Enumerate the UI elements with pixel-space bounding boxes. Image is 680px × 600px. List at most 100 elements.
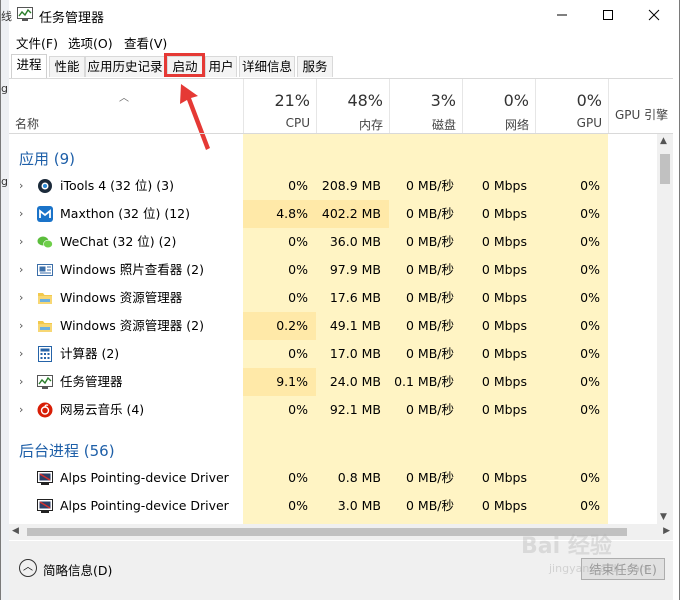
process-name: 任务管理器 (60, 374, 123, 389)
folder-icon (38, 293, 52, 304)
expand-chevron-icon[interactable]: › (19, 228, 23, 256)
network-cell: 0 Mbps (481, 498, 527, 513)
column-disk-header[interactable]: 3% 磁盘 (389, 79, 462, 133)
tab-performance[interactable]: 性能 (49, 56, 85, 77)
menu-view[interactable]: 查看(V) (124, 33, 167, 52)
network-cell: 0 Mbps (481, 318, 527, 333)
cpu-cell: 0% (288, 402, 308, 417)
background-text: g (1, 82, 8, 95)
chevron-up-circle-icon[interactable]: ︿ (19, 559, 37, 577)
network-cell: 0 Mbps (481, 206, 527, 221)
disk-total: 3% (430, 91, 456, 110)
cpu-cell: 0% (288, 346, 308, 361)
tab-app-history[interactable]: 应用历史记录 (85, 56, 165, 77)
alps-driver-icon (37, 471, 53, 485)
expand-chevron-icon[interactable]: › (19, 172, 23, 200)
startup-tab-highlight (164, 53, 205, 77)
process-row[interactable]: › Windows 资源管理器 0% 17.6 MB 0 MB/秒 0 Mbps 0% (9, 284, 657, 312)
group-header: 后台进程 (56) (9, 434, 657, 464)
menu-bar: 文件(F) 选项(O) 查看(V) (9, 31, 669, 51)
watermark-logo-text: Bai 经验 (521, 534, 612, 559)
tab-details[interactable]: 详细信息 (239, 56, 295, 77)
calculator-icon (38, 346, 52, 362)
process-row[interactable]: › 计算器 (2) 0% 17.0 MB 0 MB/秒 0 Mbps 0% (9, 340, 657, 368)
alps-driver-icon (37, 499, 53, 513)
memory-cell: 49.1 MB (329, 318, 381, 333)
disk-cell: 0 MB/秒 (406, 262, 454, 277)
process-row[interactable]: › Windows 资源管理器 (2) 0.2% 49.1 MB 0 MB/秒 0 Mbp… (9, 312, 657, 340)
vertical-scroll-thumb[interactable] (660, 154, 670, 184)
disk-cell: 0 MB/秒 (406, 346, 454, 361)
process-name: 网易云音乐 (4) (60, 402, 145, 417)
process-name: Windows 资源管理器 (60, 290, 183, 305)
menu-options[interactable]: 选项(O) (68, 33, 113, 52)
disk-cell: 0 MB/秒 (406, 234, 454, 249)
gpu-total: 0% (576, 91, 602, 110)
menu-file[interactable]: 文件(F) (16, 33, 58, 52)
sort-caret-icon[interactable]: ︿ (119, 89, 129, 104)
cpu-cell: 0% (288, 470, 308, 485)
minimize-button[interactable] (539, 0, 585, 30)
cpu-label: CPU (285, 116, 310, 130)
expand-chevron-icon[interactable]: › (19, 340, 23, 368)
process-name: Windows 照片查看器 (2) (60, 262, 204, 277)
column-gpu-header[interactable]: 0% GPU (535, 79, 608, 133)
minimize-icon (557, 14, 567, 16)
cpu-cell: 0% (288, 178, 308, 193)
process-name: Alps Pointing-device Driver (60, 498, 229, 513)
disk-cell: 0 MB/秒 (406, 498, 454, 513)
network-total: 0% (503, 91, 529, 110)
process-row[interactable]: Alps Pointing-device Driver 0% 0.8 MB 0 MB/… (9, 464, 657, 492)
column-network-header[interactable]: 0% 网络 (462, 79, 535, 133)
maxthon-icon (37, 206, 53, 222)
column-cpu-header[interactable]: 21% CPU (243, 79, 316, 133)
tab-users[interactable]: 用户 (205, 56, 237, 77)
gpu-engine-label: GPU 引擎 (615, 108, 669, 122)
disk-cell: 0 MB/秒 (406, 470, 454, 485)
netease-music-icon (37, 402, 53, 418)
process-name: Alps Pointing-device Driver (60, 470, 229, 485)
cpu-cell: 0% (288, 290, 308, 305)
expand-chevron-icon[interactable]: › (19, 396, 23, 424)
network-cell: 0 Mbps (481, 178, 527, 193)
network-label: 网络 (504, 118, 529, 132)
gpu-cell: 0% (580, 318, 600, 333)
process-row[interactable]: › WeChat (32 位) (2) 0% 36.0 MB 0 MB/秒 0 Mbps 0… (9, 228, 657, 256)
maximize-button[interactable] (585, 0, 631, 30)
close-button[interactable] (631, 0, 677, 30)
task-manager-icon (37, 375, 53, 389)
fewer-details-link[interactable]: 简略信息(D) (43, 560, 112, 579)
scroll-up-icon[interactable]: ▲ (660, 136, 667, 146)
expand-chevron-icon[interactable]: › (19, 368, 23, 396)
expand-chevron-icon[interactable]: › (19, 200, 23, 228)
scroll-left-icon[interactable]: ◀ (12, 526, 19, 536)
tab-services[interactable]: 服务 (297, 56, 333, 77)
task-manager-window: 线 g g 任务管理器 文件(F) 选项(O) 查看(V) 进程 性能 应用历史… (0, 0, 680, 600)
process-row[interactable]: › Maxthon (32 位) (12) 4.8% 402.2 MB 0 MB/秒 0 … (9, 200, 657, 228)
photo-viewer-icon (37, 264, 53, 276)
column-name-header[interactable]: 名称 (15, 115, 39, 132)
memory-cell: 97.9 MB (329, 262, 381, 277)
memory-cell: 0.8 MB (337, 470, 381, 485)
expand-chevron-icon[interactable]: › (19, 284, 23, 312)
process-row[interactable]: › Windows 照片查看器 (2) 0% 97.9 MB 0 MB/秒 0 Mbps 0… (9, 256, 657, 284)
column-memory-header[interactable]: 48% 内存 (316, 79, 389, 133)
cpu-cell: 0% (288, 234, 308, 249)
expand-chevron-icon[interactable]: › (19, 312, 23, 340)
process-row[interactable]: › 网易云音乐 (4) 0% 92.1 MB 0 MB/秒 0 Mbps 0% (9, 396, 657, 424)
memory-cell: 17.6 MB (329, 290, 381, 305)
expand-chevron-icon[interactable]: › (19, 256, 23, 284)
process-row[interactable]: › iTools 4 (32 位) (3) 0% 208.9 MB 0 MB/秒 0 Mb… (9, 172, 657, 200)
memory-cell: 36.0 MB (329, 234, 381, 249)
tab-processes[interactable]: 进程 (11, 54, 47, 78)
process-row[interactable]: › 任务管理器 9.1% 24.0 MB 0.1 MB/秒 0 Mbps 0% (9, 368, 657, 396)
gpu-cell: 0% (580, 498, 600, 513)
column-gpu-engine-header[interactable]: GPU 引擎 (608, 79, 673, 133)
process-row[interactable]: Alps Pointing-device Driver 0% 3.0 MB 0 MB/… (9, 492, 657, 520)
vertical-scrollbar[interactable]: ▲ ▼ (657, 134, 673, 524)
disk-cell: 0 MB/秒 (406, 290, 454, 305)
memory-label: 内存 (358, 118, 383, 132)
title-bar: 任务管理器 (9, 0, 680, 30)
task-manager-app-icon (17, 7, 33, 21)
scroll-down-icon[interactable]: ▼ (660, 512, 667, 522)
